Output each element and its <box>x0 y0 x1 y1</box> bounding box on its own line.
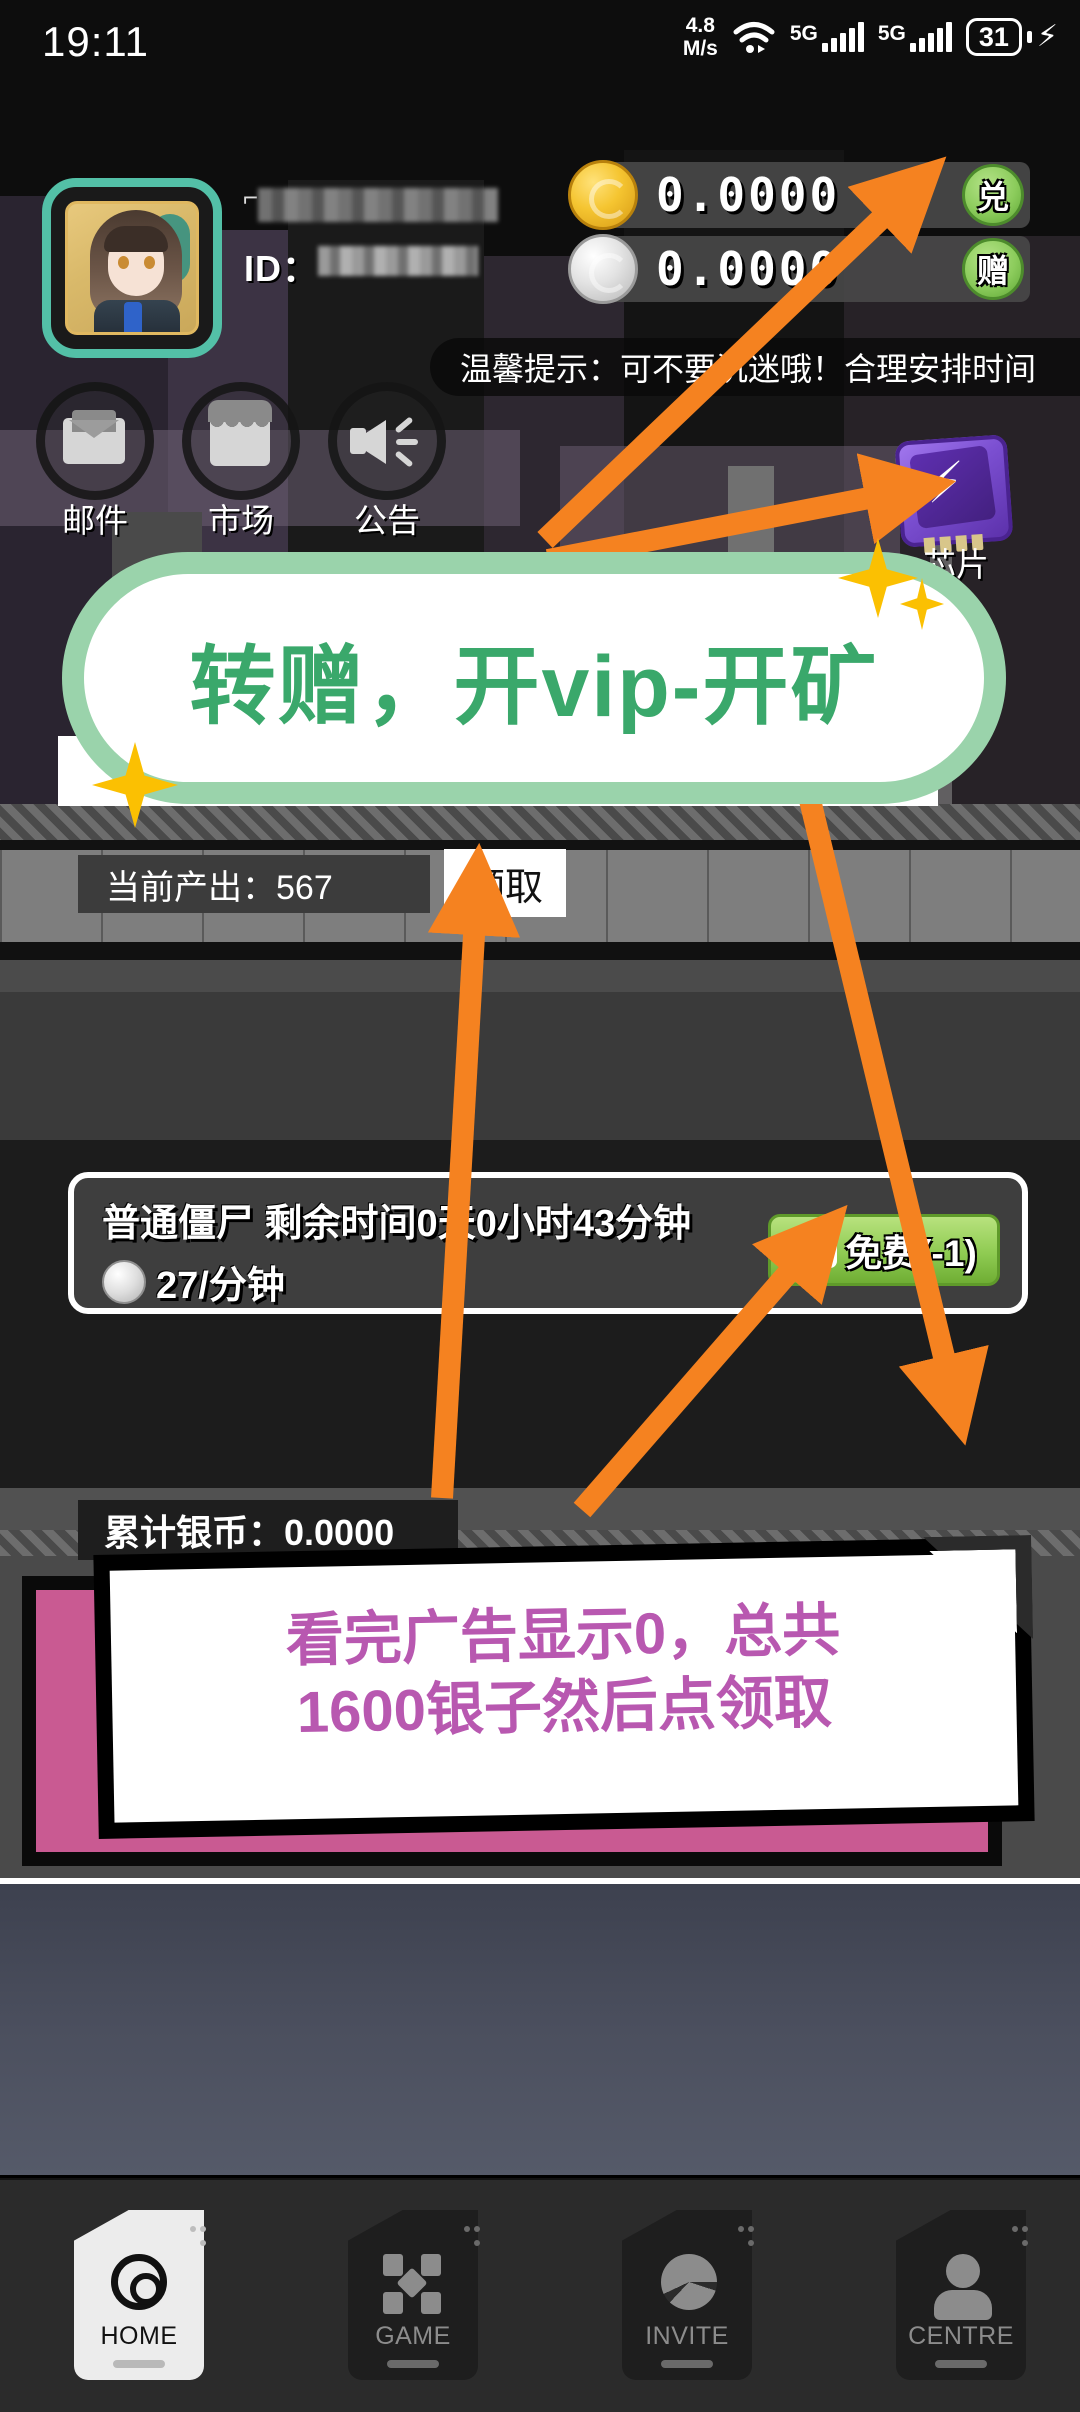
floor-dark <box>0 992 1080 1140</box>
player-name-masked <box>258 188 498 222</box>
game-icon <box>377 2252 449 2316</box>
mail-icon <box>63 410 125 464</box>
signal-bars <box>821 22 864 52</box>
game-screen: 19:11 4.8 M/s 5G 5G 31 ⚡ ⌐ ID： 0.0000 兑 … <box>0 0 1080 2412</box>
empty-content-panel <box>0 1878 1080 2178</box>
sparkle-icon-bottom <box>92 742 188 838</box>
zombie-rate-row: 27/分钟 <box>102 1254 285 1309</box>
quick-button-label: 邮件 <box>62 502 128 539</box>
shop-icon <box>208 400 272 466</box>
quick-button-mail[interactable]: 邮件 <box>36 382 154 539</box>
nav-underline <box>661 2360 713 2368</box>
claim-button[interactable]: 领取 <box>444 849 566 917</box>
gold-currency-row: 0.0000 兑 <box>568 160 1030 230</box>
player-id-label: ID： <box>244 248 320 289</box>
floor-band <box>0 942 1080 960</box>
nav-item-invite[interactable]: INVITE <box>622 2210 754 2380</box>
floor-band-2 <box>0 960 1080 992</box>
accumulated-silver-text: 累计银币：0.0000 <box>104 1512 395 1553</box>
status-time: 19:11 <box>42 18 149 65</box>
note-text: 看完广告显示0，总共 1600银子然后点领取 <box>94 1591 1033 1753</box>
button-ring <box>328 382 446 500</box>
name-caret-icon: ⌐ <box>243 182 259 212</box>
quick-button-label: 公告 <box>354 502 420 539</box>
nav-label-invite: INVITE <box>645 2322 729 2350</box>
avatar[interactable] <box>42 178 222 358</box>
notice-marquee[interactable]: 温馨提示：可不要沉迷哦！合理安排时间 <box>430 338 1080 396</box>
silver-value: 0.0000 <box>656 242 841 296</box>
chip-icon: ⚡ <box>894 434 1014 548</box>
status-bar: 19:11 4.8 M/s 5G 5G 31 ⚡ <box>0 0 1080 78</box>
nav-underline <box>935 2360 987 2368</box>
sim1-signal: 5G <box>790 22 864 52</box>
current-output-label: 当前产出：567 <box>106 868 333 907</box>
green-callout-text: 转赠，开vip-开矿 <box>189 638 879 735</box>
battery-percent: 31 <box>965 18 1022 56</box>
gold-exchange-button[interactable]: 兑 <box>962 164 1024 226</box>
player-id-masked <box>318 246 478 276</box>
wifi-icon <box>732 19 776 55</box>
video-ad-icon <box>791 1232 838 1268</box>
bottom-navigation: HOME GAME INVITE CENTRE <box>0 2180 1080 2412</box>
nav-label-centre: CENTRE <box>908 2322 1014 2350</box>
nav-underline <box>387 2360 439 2368</box>
nav-item-home[interactable]: HOME <box>74 2210 206 2380</box>
sim2-signal: 5G <box>878 22 952 52</box>
quick-button-label: 市场 <box>208 502 274 539</box>
free-ad-button[interactable]: 免费(-1) <box>768 1214 1000 1286</box>
nav-label-home: HOME <box>100 2322 178 2350</box>
current-output-bar: 当前产出：567 <box>78 855 430 913</box>
notice-text: 温馨提示：可不要沉迷哦！合理安排时间 <box>460 351 1037 387</box>
team-tabs: 作战1队 作战2队 作战3队 作战4队 作战5队 <box>0 1380 1080 1460</box>
silver-currency-row: 0.0000 赠 <box>568 234 1030 304</box>
gold-coin-icon <box>568 160 638 230</box>
lightning-bolt-icon: ⚡ <box>1036 20 1058 53</box>
centre-icon <box>925 2252 997 2320</box>
white-callout-note: 看完广告显示0，总共 1600银子然后点领取 <box>93 1537 1035 1839</box>
quick-button-announcement[interactable]: 公告 <box>328 382 446 539</box>
nav-item-game[interactable]: GAME <box>348 2210 480 2380</box>
battery-tip <box>1026 31 1032 43</box>
avatar-portrait <box>65 201 199 335</box>
nav-item-centre[interactable]: CENTRE <box>896 2210 1028 2380</box>
zombie-production-card: 普通僵尸 剩余时间0天0小时43分钟 27/分钟 免费(-1) <box>68 1172 1028 1314</box>
nav-underline <box>113 2360 165 2368</box>
avatar-ribbon <box>124 302 142 332</box>
signal-bars <box>909 22 952 52</box>
invite-icon <box>651 2252 723 2316</box>
gold-value: 0.0000 <box>656 168 841 222</box>
silver-coin-icon <box>102 1259 146 1304</box>
home-icon <box>103 2252 175 2316</box>
sparkle-icon-top <box>838 538 948 638</box>
battery-indicator: 31 ⚡ <box>965 18 1058 56</box>
silver-gift-button[interactable]: 赠 <box>962 238 1024 300</box>
avatar-eye-right <box>144 256 155 269</box>
quick-button-market[interactable]: 市场 <box>182 382 300 539</box>
status-icons: 4.8 M/s 5G 5G 31 ⚡ <box>683 14 1058 60</box>
nav-label-game: GAME <box>375 2322 451 2350</box>
zombie-title: 普通僵尸 剩余时间0天0小时43分钟 <box>102 1203 692 1245</box>
avatar-bangs <box>104 226 168 252</box>
chip-bolt-glyph: ⚡ <box>927 451 964 516</box>
chip-entry[interactable]: ⚡ 芯片 <box>894 434 1014 583</box>
silver-coin-icon <box>568 234 638 304</box>
network-speed: 4.8 M/s <box>682 14 718 60</box>
avatar-eye-left <box>118 256 129 269</box>
free-ad-label: 免费(-1) <box>845 1233 977 1274</box>
zombie-rate: 27/分钟 <box>156 1265 285 1307</box>
